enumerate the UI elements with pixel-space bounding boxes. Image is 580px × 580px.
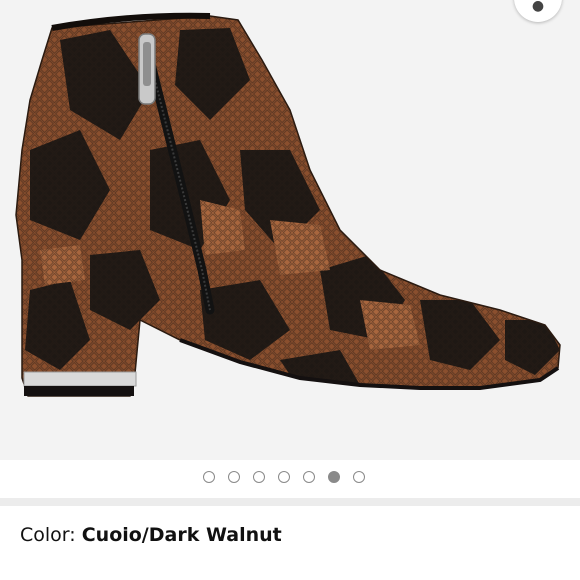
carousel-dot-5[interactable] [303, 471, 315, 483]
share-icon: ● [531, 0, 545, 14]
color-label: Color: [20, 524, 82, 546]
carousel-dot-1[interactable] [203, 471, 215, 483]
carousel-pagination [0, 460, 580, 498]
carousel-dot-7[interactable] [353, 471, 365, 483]
color-selection: Color: Cuoio/Dark Walnut [20, 524, 282, 546]
carousel-dot-2[interactable] [228, 471, 240, 483]
section-divider [0, 498, 580, 506]
product-image-area[interactable]: ● [0, 0, 580, 460]
color-value: Cuoio/Dark Walnut [81, 524, 282, 546]
carousel-dot-6[interactable] [328, 471, 340, 483]
product-image[interactable] [0, 0, 580, 460]
carousel-dot-4[interactable] [278, 471, 290, 483]
zipper-pull [138, 33, 156, 105]
carousel-dot-3[interactable] [253, 471, 265, 483]
